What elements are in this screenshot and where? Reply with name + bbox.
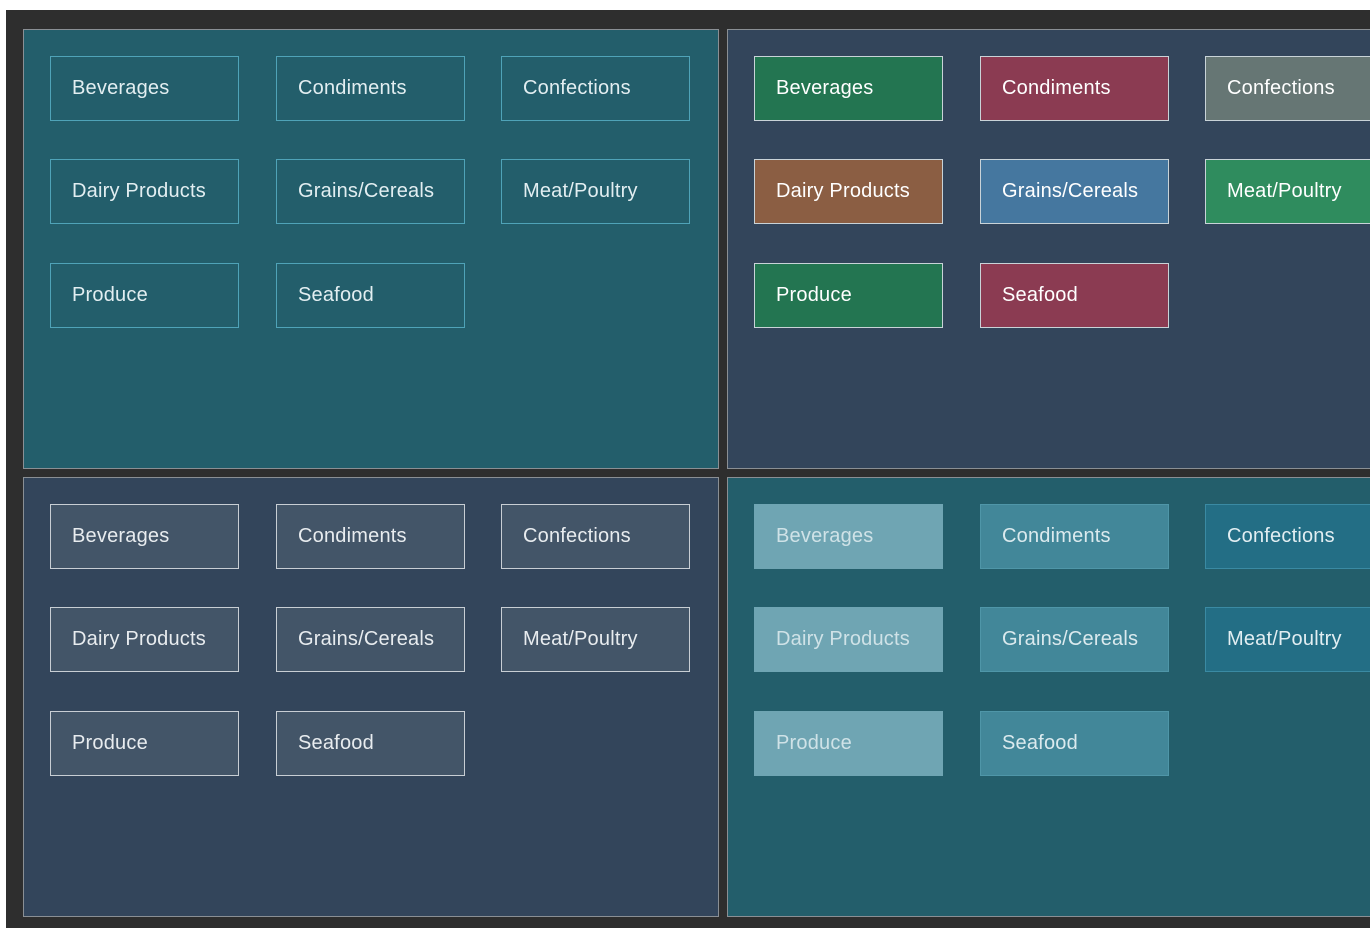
category-tile-label: Seafood <box>298 732 374 754</box>
palette-panel-teal-shaded: Beverages Condiments Confections Dairy Prod… <box>727 477 1370 917</box>
category-tile-grains-cereals[interactable]: Grains/Cereals <box>276 159 465 224</box>
category-tile-confections[interactable]: Confections <box>1205 504 1370 569</box>
category-tile-label: Condiments <box>298 77 407 99</box>
category-tile-seafood[interactable]: Seafood <box>980 711 1169 776</box>
category-tile-label: Seafood <box>1002 284 1078 306</box>
category-tile-label: Grains/Cereals <box>298 180 435 202</box>
category-tile-dairy-products[interactable]: Dairy Products <box>50 159 239 224</box>
category-tile-confections[interactable]: Confections <box>1205 56 1370 121</box>
category-tile-label: Beverages <box>776 77 874 99</box>
category-tile-condiments[interactable]: Condiments <box>980 504 1169 569</box>
category-tile-condiments[interactable]: Condiments <box>276 504 465 569</box>
category-tile-beverages[interactable]: Beverages <box>754 504 943 569</box>
category-tile-label: Dairy Products <box>72 180 206 202</box>
category-tile-label: Grains/Cereals <box>298 628 435 650</box>
category-tile-produce[interactable]: Produce <box>50 711 239 776</box>
category-tile-grains-cereals[interactable]: Grains/Cereals <box>980 159 1169 224</box>
palette-panel-colored: Beverages Condiments Confections Dairy Prod… <box>727 29 1370 469</box>
category-tile-grains-cereals[interactable]: Grains/Cereals <box>980 607 1169 672</box>
category-tile-produce[interactable]: Produce <box>754 263 943 328</box>
category-tile-label: Meat/Poultry <box>1227 628 1342 650</box>
category-tile-produce[interactable]: Produce <box>754 711 943 776</box>
category-tile-label: Confections <box>1227 77 1335 99</box>
category-tile-meat-poultry[interactable]: Meat/Poultry <box>501 607 690 672</box>
palette-panel-teal-outline: Beverages Condiments Confections Dairy Prod… <box>23 29 719 469</box>
category-tile-seafood[interactable]: Seafood <box>980 263 1169 328</box>
category-tile-label: Beverages <box>776 525 874 547</box>
category-tile-label: Seafood <box>298 284 374 306</box>
category-tile-label: Produce <box>776 284 852 306</box>
category-tile-label: Confections <box>1227 525 1335 547</box>
category-tile-label: Meat/Poultry <box>1227 180 1342 202</box>
category-tile-label: Seafood <box>1002 732 1078 754</box>
category-tile-label: Produce <box>72 284 148 306</box>
category-tile-confections[interactable]: Confections <box>501 56 690 121</box>
category-tile-condiments[interactable]: Condiments <box>980 56 1169 121</box>
category-tile-label: Beverages <box>72 525 170 547</box>
category-tile-seafood[interactable]: Seafood <box>276 263 465 328</box>
category-tile-label: Produce <box>776 732 852 754</box>
category-tile-label: Dairy Products <box>72 628 206 650</box>
category-tile-meat-poultry[interactable]: Meat/Poultry <box>1205 159 1370 224</box>
category-tile-label: Dairy Products <box>776 180 910 202</box>
category-tile-label: Dairy Products <box>776 628 910 650</box>
category-tile-beverages[interactable]: Beverages <box>50 504 239 569</box>
palette-panel-slate: Beverages Condiments Confections Dairy Prod… <box>23 477 719 917</box>
category-tile-label: Meat/Poultry <box>523 180 638 202</box>
category-tile-label: Condiments <box>1002 525 1111 547</box>
category-tile-beverages[interactable]: Beverages <box>754 56 943 121</box>
category-tile-seafood[interactable]: Seafood <box>276 711 465 776</box>
category-tile-label: Confections <box>523 77 631 99</box>
category-tile-label: Condiments <box>298 525 407 547</box>
category-tile-grains-cereals[interactable]: Grains/Cereals <box>276 607 465 672</box>
category-tile-label: Beverages <box>72 77 170 99</box>
category-tile-dairy-products[interactable]: Dairy Products <box>754 159 943 224</box>
category-tile-label: Meat/Poultry <box>523 628 638 650</box>
category-tile-produce[interactable]: Produce <box>50 263 239 328</box>
category-tile-confections[interactable]: Confections <box>501 504 690 569</box>
category-tile-label: Produce <box>72 732 148 754</box>
category-tile-label: Confections <box>523 525 631 547</box>
category-tile-meat-poultry[interactable]: Meat/Poultry <box>501 159 690 224</box>
category-tile-beverages[interactable]: Beverages <box>50 56 239 121</box>
category-tile-dairy-products[interactable]: Dairy Products <box>754 607 943 672</box>
app-frame: Beverages Condiments Confections Dairy Prod… <box>6 10 1370 928</box>
category-tile-label: Grains/Cereals <box>1002 628 1139 650</box>
category-tile-condiments[interactable]: Condiments <box>276 56 465 121</box>
category-tile-dairy-products[interactable]: Dairy Products <box>50 607 239 672</box>
category-tile-meat-poultry[interactable]: Meat/Poultry <box>1205 607 1370 672</box>
category-tile-label: Grains/Cereals <box>1002 180 1139 202</box>
category-tile-label: Condiments <box>1002 77 1111 99</box>
